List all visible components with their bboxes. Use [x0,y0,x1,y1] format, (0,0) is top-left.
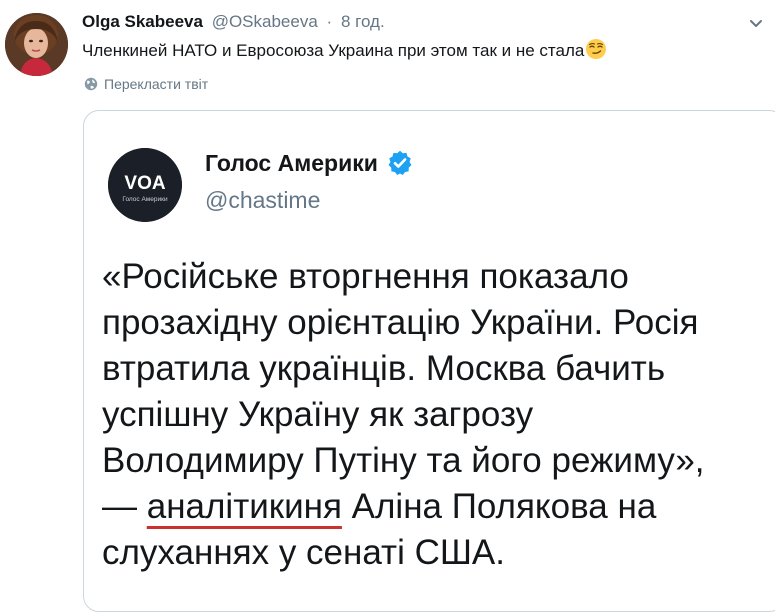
timestamp[interactable]: 8 год. [341,12,385,31]
quoted-tweet-card[interactable]: VOA Голос Америки Голос Америки @chastim… [83,110,775,612]
translate-tweet-link[interactable]: Перекласти твіт [84,76,208,92]
globe-icon [84,77,98,91]
chevron-down-icon[interactable] [747,14,765,32]
quote-line: Володимиру Путіну та його режиму», [102,441,705,480]
tweet-header: Olga Skabeeva @OSkabeeva · 8 год. [82,12,385,32]
author-name[interactable]: Olga Skabeeva [82,12,203,31]
tweet-text-content: Членкиней НАТО и Евросоюза Украина при э… [82,41,585,60]
tweet[interactable]: Olga Skabeeva @OSkabeeva · 8 год. Членки… [0,0,775,612]
voa-logo-subtext: Голос Америки [122,196,168,203]
quote-line: — аналітикиня Аліна Полякова на [102,484,775,530]
quote-line: прозахідну орієнтацію України. Росія [102,303,699,342]
voa-logo[interactable]: VOA Голос Америки [108,148,182,222]
quote-line: «Російське вторгнення показало [102,257,629,296]
translate-label: Перекласти твіт [104,76,209,92]
verified-badge-icon [388,150,412,176]
quoted-tweet-text: «Російське вторгнення показало прозахідн… [102,254,775,576]
quoted-author-name[interactable]: Голос Америки [205,149,414,177]
smirking-face-icon [585,38,607,60]
author-avatar[interactable] [5,13,68,76]
underlined-word: аналітикиня [146,487,342,526]
quoted-author-handle[interactable]: @chastime [205,187,320,214]
quote-line: успішну Україну як загрозу [102,395,534,434]
quote-line-prefix: — [102,487,147,526]
quote-line-suffix: Аліна Полякова на [341,487,657,526]
author-handle[interactable]: @OSkabeeva [212,12,318,31]
separator: · [326,12,333,31]
quote-line: слуханнях у сенаті США. [102,533,505,572]
voa-logo-text: VOA [124,173,165,194]
quoted-author-name-text: Голос Америки [205,149,378,176]
tweet-text: Членкиней НАТО и Евросоюза Украина при э… [82,38,607,62]
quote-line: втратила українців. Москва бачить [102,349,666,388]
